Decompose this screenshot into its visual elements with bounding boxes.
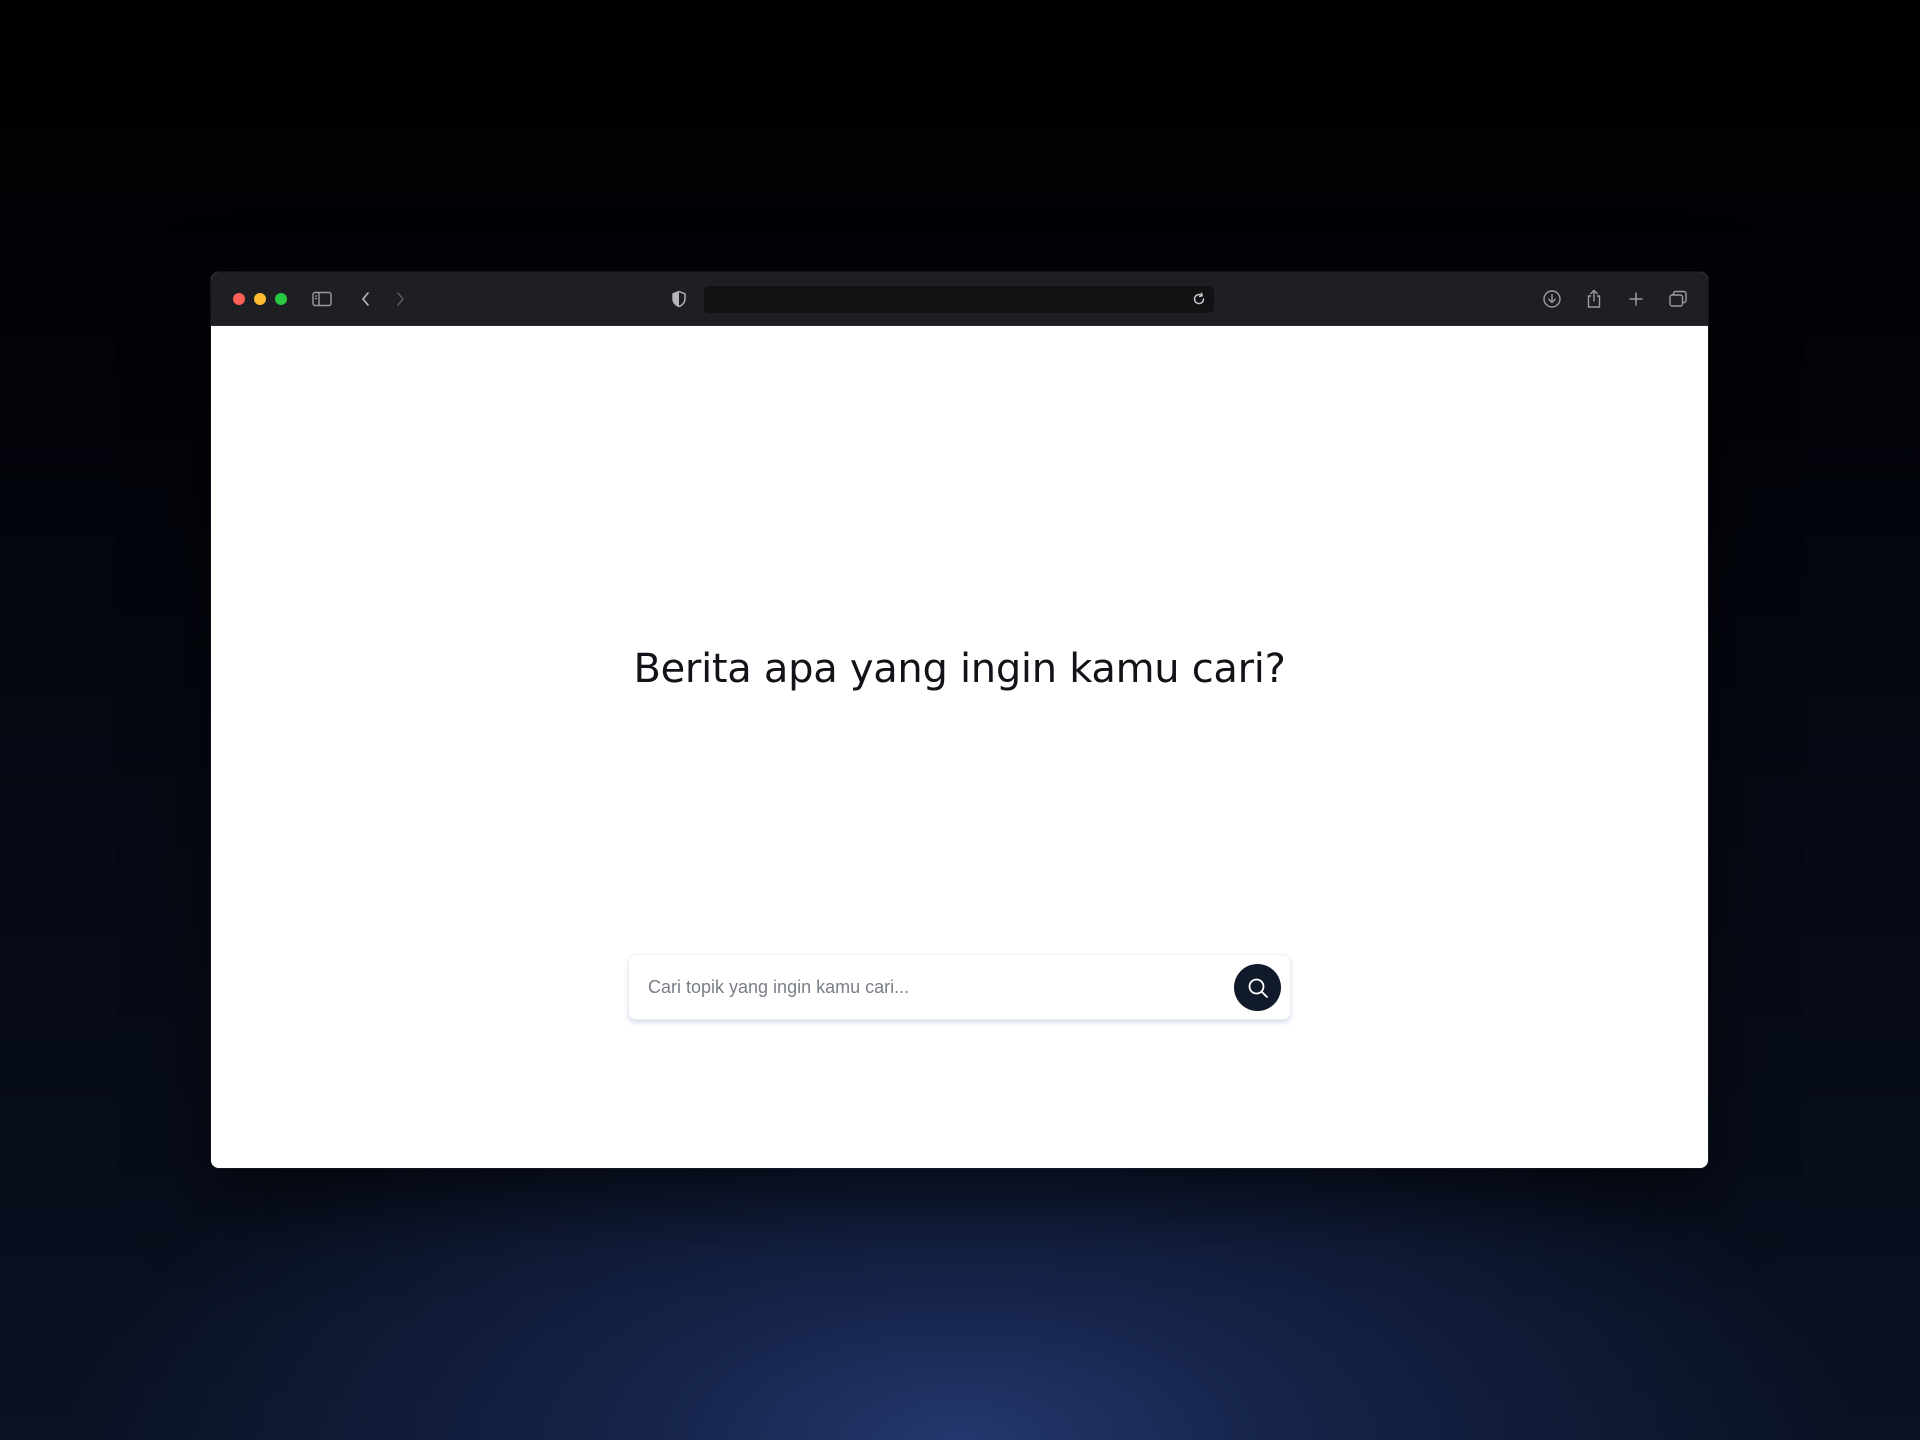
browser-toolbar	[211, 272, 1708, 326]
reload-icon[interactable]	[1188, 288, 1210, 310]
search-icon	[1246, 976, 1270, 1000]
sidebar-icon[interactable]	[309, 286, 335, 312]
download-icon[interactable]	[1539, 286, 1565, 312]
chevron-left-icon[interactable]	[353, 286, 379, 312]
search-input[interactable]	[645, 955, 1221, 1019]
minimize-window-button[interactable]	[254, 293, 266, 305]
search-button[interactable]	[1234, 964, 1281, 1011]
share-icon[interactable]	[1581, 286, 1607, 312]
browser-window: Berita apa yang ingin kamu cari?	[211, 272, 1708, 1168]
page-content: Berita apa yang ingin kamu cari?	[211, 326, 1708, 1168]
tabs-icon[interactable]	[1665, 286, 1691, 312]
address-bar[interactable]	[704, 286, 1214, 313]
maximize-window-button[interactable]	[275, 293, 287, 305]
shield-icon[interactable]	[666, 286, 692, 312]
search-box	[628, 954, 1291, 1020]
plus-icon[interactable]	[1623, 286, 1649, 312]
chevron-right-icon[interactable]	[387, 286, 413, 312]
close-window-button[interactable]	[233, 293, 245, 305]
page-title: Berita apa yang ingin kamu cari?	[633, 646, 1286, 692]
